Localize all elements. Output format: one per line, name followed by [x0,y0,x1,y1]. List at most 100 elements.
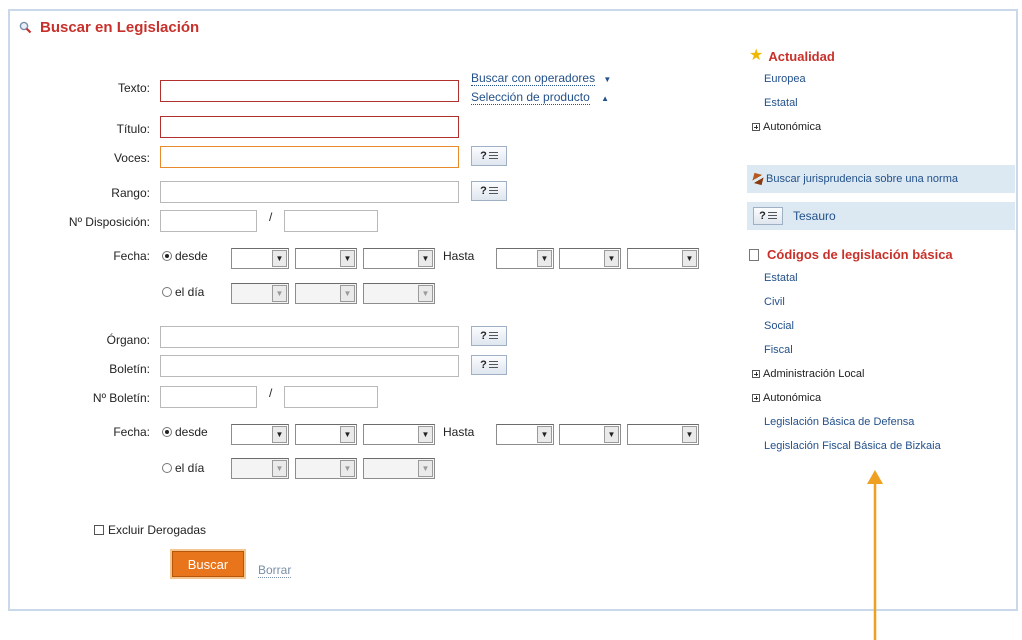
organo-label: Órgano: [106,333,150,347]
codigos-item-social[interactable]: Social [764,320,794,332]
hasta2-year-select[interactable]: ▼ [627,424,699,445]
autonomica-label: Autonómica [763,121,822,133]
radio-unselected-icon [162,463,172,473]
voces-input[interactable] [160,146,459,168]
buscar-button[interactable]: Buscar [172,551,244,577]
fecha2-label: Fecha: [113,425,150,439]
list-icon [488,331,498,341]
hasta-day-select[interactable]: ▼ [496,248,554,269]
jurisprudencia-bar[interactable]: Buscar jurisprudencia sobre una norma [747,165,1015,193]
el-dia-month-select[interactable]: ▼ [295,283,357,304]
chevron-down-icon: ▼ [418,250,433,267]
texto-label: Texto: [117,81,150,95]
disposicion-number-input[interactable] [160,210,257,232]
nboletin-year-input[interactable] [284,386,378,408]
organo-input[interactable] [160,326,459,348]
desde-day-select[interactable]: ▼ [231,248,289,269]
hasta-month-select[interactable]: ▼ [559,248,621,269]
desde2-year-select[interactable]: ▼ [363,424,435,445]
hasta2-month-select[interactable]: ▼ [559,424,621,445]
chevron-down-icon: ▼ [272,426,287,443]
actualidad-heading: ★ Actualidad [749,48,835,64]
list-icon [488,151,498,161]
actualidad-item-autonomica[interactable]: Autonómica [752,121,821,133]
rango-help-button[interactable]: ? [471,181,507,201]
el-dia-day-select[interactable]: ▼ [231,283,289,304]
codigos-item-estatal[interactable]: Estatal [764,272,798,284]
star-icon: ★ [749,47,764,64]
codigos-item-autonomica[interactable]: Autonómica [752,392,821,404]
borrar-link[interactable]: Borrar [258,563,292,578]
titulo-input[interactable] [160,116,459,138]
desde2-radio[interactable]: desde [162,425,208,439]
gavel-icon [751,172,765,186]
buscar-operadores-link[interactable]: Buscar con operadores ▼ [471,71,612,86]
disposicion-label: Nº Disposición: [68,215,150,229]
desde-radio[interactable]: desde [162,249,208,263]
borrar-text: Borrar [258,563,292,578]
chevron-down-icon: ▼ [604,250,619,267]
page-title: Buscar en Legislación [19,19,199,36]
tesauro-icon: ? [753,207,783,225]
texto-input[interactable] [160,80,459,102]
excluir-derogadas-checkbox[interactable]: Excluir Derogadas [94,523,206,537]
nboletin-number-input[interactable] [160,386,257,408]
desde-month-select[interactable]: ▼ [295,248,357,269]
actualidad-item-europea[interactable]: Europea [764,73,806,85]
expand-icon [752,123,760,132]
rango-input[interactable] [160,181,459,203]
hasta2-label: Hasta [443,425,475,439]
codigos-item-defensa[interactable]: Legislación Básica de Defensa [764,416,914,428]
organo-help-button[interactable]: ? [471,326,507,346]
chevron-down-icon: ▼ [340,250,355,267]
codigos-title: Códigos de legislación básica [767,247,953,262]
desde2-label: desde [175,425,208,439]
desde2-day-select[interactable]: ▼ [231,424,289,445]
chevron-down-icon: ▼ [682,426,697,443]
actualidad-item-estatal[interactable]: Estatal [764,97,798,109]
excluir-derogadas-label: Excluir Derogadas [108,523,207,537]
annotation-arrow-icon [867,470,883,640]
el-dia2-year-select[interactable]: ▼ [363,458,435,479]
list-icon [767,211,777,221]
codigos-item-administracion-local[interactable]: Administración Local [752,368,865,380]
chevron-down-icon: ▼ [272,285,287,302]
help-label: ? [759,210,766,222]
chevron-down-icon: ▼ [272,250,287,267]
chevron-down-icon: ▼ [418,460,433,477]
caret-down-icon: ▼ [603,75,612,84]
nboletin-slash: / [269,386,273,400]
seleccion-producto-text: Selección de producto [471,90,590,105]
codigos-item-civil[interactable]: Civil [764,296,785,308]
caret-up-icon: ▲ [601,94,610,103]
voces-help-button[interactable]: ? [471,146,507,166]
help-label: ? [480,330,487,342]
tesauro-label: Tesauro [793,209,836,223]
desde-label: desde [175,249,208,263]
help-label: ? [480,359,487,371]
disposicion-year-input[interactable] [284,210,378,232]
el-dia-year-select[interactable]: ▼ [363,283,435,304]
chevron-down-icon: ▼ [340,426,355,443]
chevron-down-icon: ▼ [272,460,287,477]
jurisprudencia-label: Buscar jurisprudencia sobre una norma [766,173,958,185]
el-dia2-day-select[interactable]: ▼ [231,458,289,479]
el-dia-radio[interactable]: el día [162,285,204,299]
el-dia2-label: el día [175,461,205,475]
tesauro-bar[interactable]: ? Tesauro [747,202,1015,230]
desde2-month-select[interactable]: ▼ [295,424,357,445]
boletin-input[interactable] [160,355,459,377]
search-icon [19,21,32,34]
administracion-local-label: Administración Local [763,368,865,380]
codigos-item-bizkaia[interactable]: Legislación Fiscal Básica de Bizkaia [764,440,941,452]
hasta2-day-select[interactable]: ▼ [496,424,554,445]
el-dia2-month-select[interactable]: ▼ [295,458,357,479]
codigos-item-fiscal[interactable]: Fiscal [764,344,793,356]
seleccion-producto-link[interactable]: Selección de producto ▲ [471,90,610,105]
codigos-heading: Códigos de legislación básica [749,247,953,262]
desde-year-select[interactable]: ▼ [363,248,435,269]
hasta-year-select[interactable]: ▼ [627,248,699,269]
boletin-help-button[interactable]: ? [471,355,507,375]
el-dia2-radio[interactable]: el día [162,461,204,475]
page-title-text: Buscar en Legislación [40,19,200,36]
